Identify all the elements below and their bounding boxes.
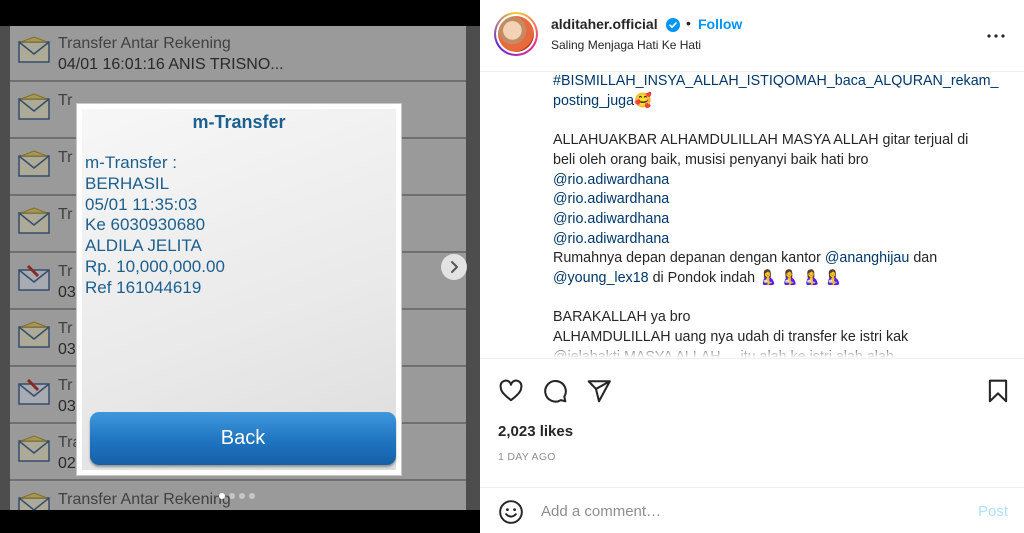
verified-badge-icon bbox=[666, 18, 680, 32]
dialog-line: m-Transfer : bbox=[85, 153, 177, 172]
carousel-dot bbox=[249, 493, 255, 499]
back-button[interactable]: Back bbox=[90, 412, 396, 465]
carousel-dots bbox=[219, 486, 259, 499]
caption-text: dan bbox=[909, 250, 938, 267]
post-media: Transfer Antar Rekening 04/01 16:01:16 AN… bbox=[0, 0, 480, 533]
caption-line bbox=[553, 289, 1003, 309]
dialog-line: Ke 6030930680 bbox=[85, 215, 206, 235]
comment-icon[interactable] bbox=[542, 378, 568, 404]
hashtag-link[interactable]: posting_juga bbox=[553, 93, 634, 109]
caption-line: @rio.adiwardhana bbox=[553, 210, 1003, 230]
m-transfer-dialog: m-Transfer m-Transfer : BERHASIL 05/01 1… bbox=[76, 103, 402, 476]
mention-link[interactable]: @rio.adiwardhana bbox=[553, 172, 669, 188]
heart-icon[interactable] bbox=[498, 378, 524, 404]
avatar[interactable] bbox=[494, 12, 538, 56]
bookmark-icon[interactable] bbox=[985, 378, 1011, 404]
emoji: 🥰 bbox=[634, 92, 652, 109]
dialog-message: m-Transfer : BERHASIL 05/01 11:35:03 Ke … bbox=[85, 153, 225, 299]
caption-line: Rumahnya depan depanan dengan kantor @an… bbox=[553, 249, 1003, 269]
caption-text: beli oleh orang baik, musisi penyanyi ba… bbox=[553, 151, 869, 168]
emoji-icon[interactable] bbox=[498, 499, 524, 525]
post-header: alditaher.official • Follow Saling Menja… bbox=[480, 0, 1024, 72]
mention-link[interactable]: @ananghijau bbox=[825, 250, 909, 266]
more-options-icon[interactable] bbox=[984, 24, 1008, 48]
caption-line bbox=[553, 111, 1003, 131]
dialog-line: Rp. 10,000,000.00 bbox=[85, 256, 225, 276]
caption-line: @rio.adiwardhana bbox=[553, 171, 1003, 191]
share-icon[interactable] bbox=[586, 378, 612, 404]
post-comment-button[interactable]: Post bbox=[978, 503, 1008, 520]
mention-link[interactable]: @rio.adiwardhana bbox=[553, 211, 669, 227]
comment-input[interactable] bbox=[541, 498, 941, 524]
carousel-dot bbox=[219, 493, 225, 499]
post-timestamp[interactable]: 1 DAY AGO bbox=[498, 451, 556, 463]
phone-screenshot: Transfer Antar Rekening 04/01 16:01:16 AN… bbox=[0, 26, 480, 510]
post-caption: #BISMILLAH_INSYA_ALLAH_ISTIQOMAH_baca_AL… bbox=[480, 72, 1024, 358]
dialog-line: ALDILA JELITA bbox=[85, 236, 202, 256]
caption-line: posting_juga🥰 bbox=[553, 92, 1003, 112]
caption-text: Rumahnya depan depanan dengan kantor bbox=[553, 250, 825, 267]
separator-dot: • bbox=[686, 15, 691, 31]
caption-text: BARAKALLAH ya bro bbox=[553, 309, 691, 326]
caption-line: @rio.adiwardhana bbox=[553, 230, 1003, 250]
dialog-line: Ref 161044619 bbox=[85, 277, 202, 297]
caption-line: BARAKALLAH ya bro bbox=[553, 308, 1003, 328]
carousel-dot bbox=[229, 493, 235, 499]
hashtag-link[interactable]: #BISMILLAH_INSYA_ALLAH_ISTIQOMAH_baca_AL… bbox=[553, 73, 999, 89]
caption-text: ALHAMDULILLAH uang nya udah di transfer … bbox=[553, 329, 909, 346]
carousel-dot bbox=[239, 493, 245, 499]
username-link[interactable]: alditaher.official bbox=[551, 16, 658, 32]
post-panel: alditaher.official • Follow Saling Menja… bbox=[480, 0, 1024, 533]
caption-line: #BISMILLAH_INSYA_ALLAH_ISTIQOMAH_baca_AL… bbox=[553, 72, 1003, 92]
mention-link[interactable]: @rio.adiwardhana bbox=[553, 231, 669, 247]
post-location[interactable]: Saling Menjaga Hati Ke Hati bbox=[551, 38, 701, 52]
likes-count[interactable]: 2,023 likes bbox=[498, 423, 573, 440]
mention-link[interactable]: @young_lex18 bbox=[553, 270, 649, 286]
caption-text: ALLAHUAKBAR ALHAMDULILLAH MASYA ALLAH gi… bbox=[553, 132, 969, 149]
caption-text: di Pondok indah 🤱 🤱 🤱 🤱 bbox=[648, 270, 843, 287]
dialog-title: m-Transfer bbox=[192, 112, 286, 132]
carousel-next-button[interactable] bbox=[441, 254, 467, 280]
caption-line: @young_lex18 di Pondok indah 🤱 🤱 🤱 🤱 bbox=[553, 269, 1003, 289]
caption-line: beli oleh orang baik, musisi penyanyi ba… bbox=[553, 151, 1003, 171]
mention-link[interactable]: @rio.adiwardhana bbox=[553, 191, 669, 207]
follow-button[interactable]: Follow bbox=[698, 16, 742, 32]
dialog-line: 05/01 11:35:03 bbox=[85, 194, 198, 214]
caption-line: @rio.adiwardhana bbox=[553, 190, 1003, 210]
comment-bar: Post bbox=[480, 487, 1024, 533]
dialog-line: BERHASIL bbox=[85, 173, 170, 193]
post-actions: 2,023 likes 1 DAY AGO Post bbox=[480, 358, 1024, 533]
caption-line: ALLAHUAKBAR ALHAMDULILLAH MASYA ALLAH gi… bbox=[553, 131, 1003, 151]
chevron-right-icon bbox=[451, 261, 458, 273]
